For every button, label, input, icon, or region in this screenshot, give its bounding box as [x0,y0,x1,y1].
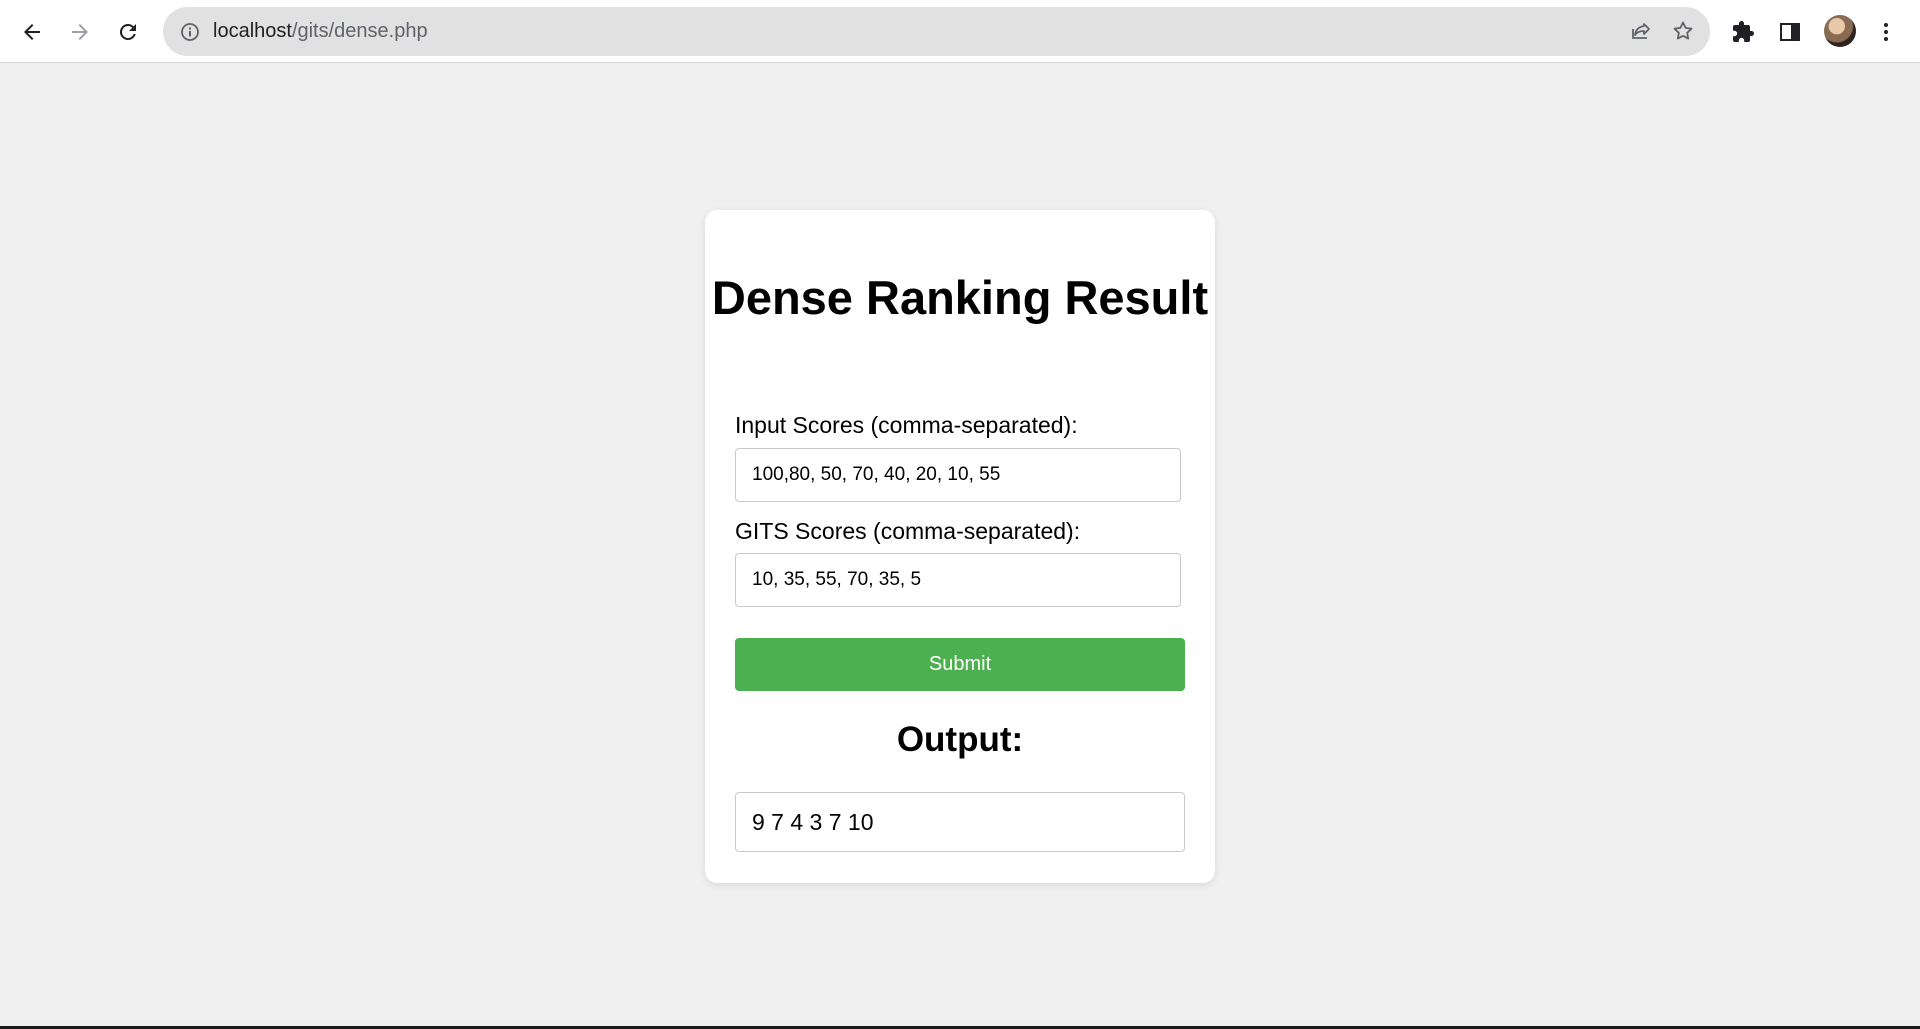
extensions-button[interactable] [1724,13,1762,51]
output-heading: Output: [896,720,1024,759]
share-icon[interactable] [1630,19,1654,48]
forward-arrow-icon [68,20,92,44]
output-value: 9 7 4 3 7 10 [735,792,1185,852]
input-scores-label: Input Scores (comma-separated): [735,412,1078,438]
result-card: Dense Ranking Result Input Scores (comma… [705,210,1215,883]
menu-dots-icon [1874,20,1898,44]
url-text[interactable]: localhost/gits/dense.php [213,7,428,56]
gits-scores-label: GITS Scores (comma-separated): [735,518,1081,544]
page-title: Dense Ranking Result [711,271,1209,324]
reload-icon [116,20,140,44]
side-panel-icon [1778,20,1802,44]
extensions-puzzle-icon [1731,20,1755,44]
forward-button[interactable] [61,13,99,51]
input-scores-field[interactable] [735,448,1181,502]
profile-avatar[interactable] [1824,15,1856,47]
side-panel-button[interactable] [1771,13,1809,51]
info-icon[interactable] [177,19,202,44]
url-host: localhost [213,20,292,42]
back-button[interactable] [13,13,51,51]
submit-button[interactable]: Submit [735,638,1185,691]
gits-scores-field[interactable] [735,553,1181,607]
star-icon[interactable] [1671,19,1695,48]
url-path: /gits/dense.php [291,20,428,42]
menu-button[interactable] [1867,13,1905,51]
address-bar[interactable]: localhost/gits/dense.php [163,7,1710,56]
reload-button[interactable] [109,13,147,51]
browser-toolbar: localhost/gits/dense.php [0,0,1920,63]
back-arrow-icon [20,20,44,44]
